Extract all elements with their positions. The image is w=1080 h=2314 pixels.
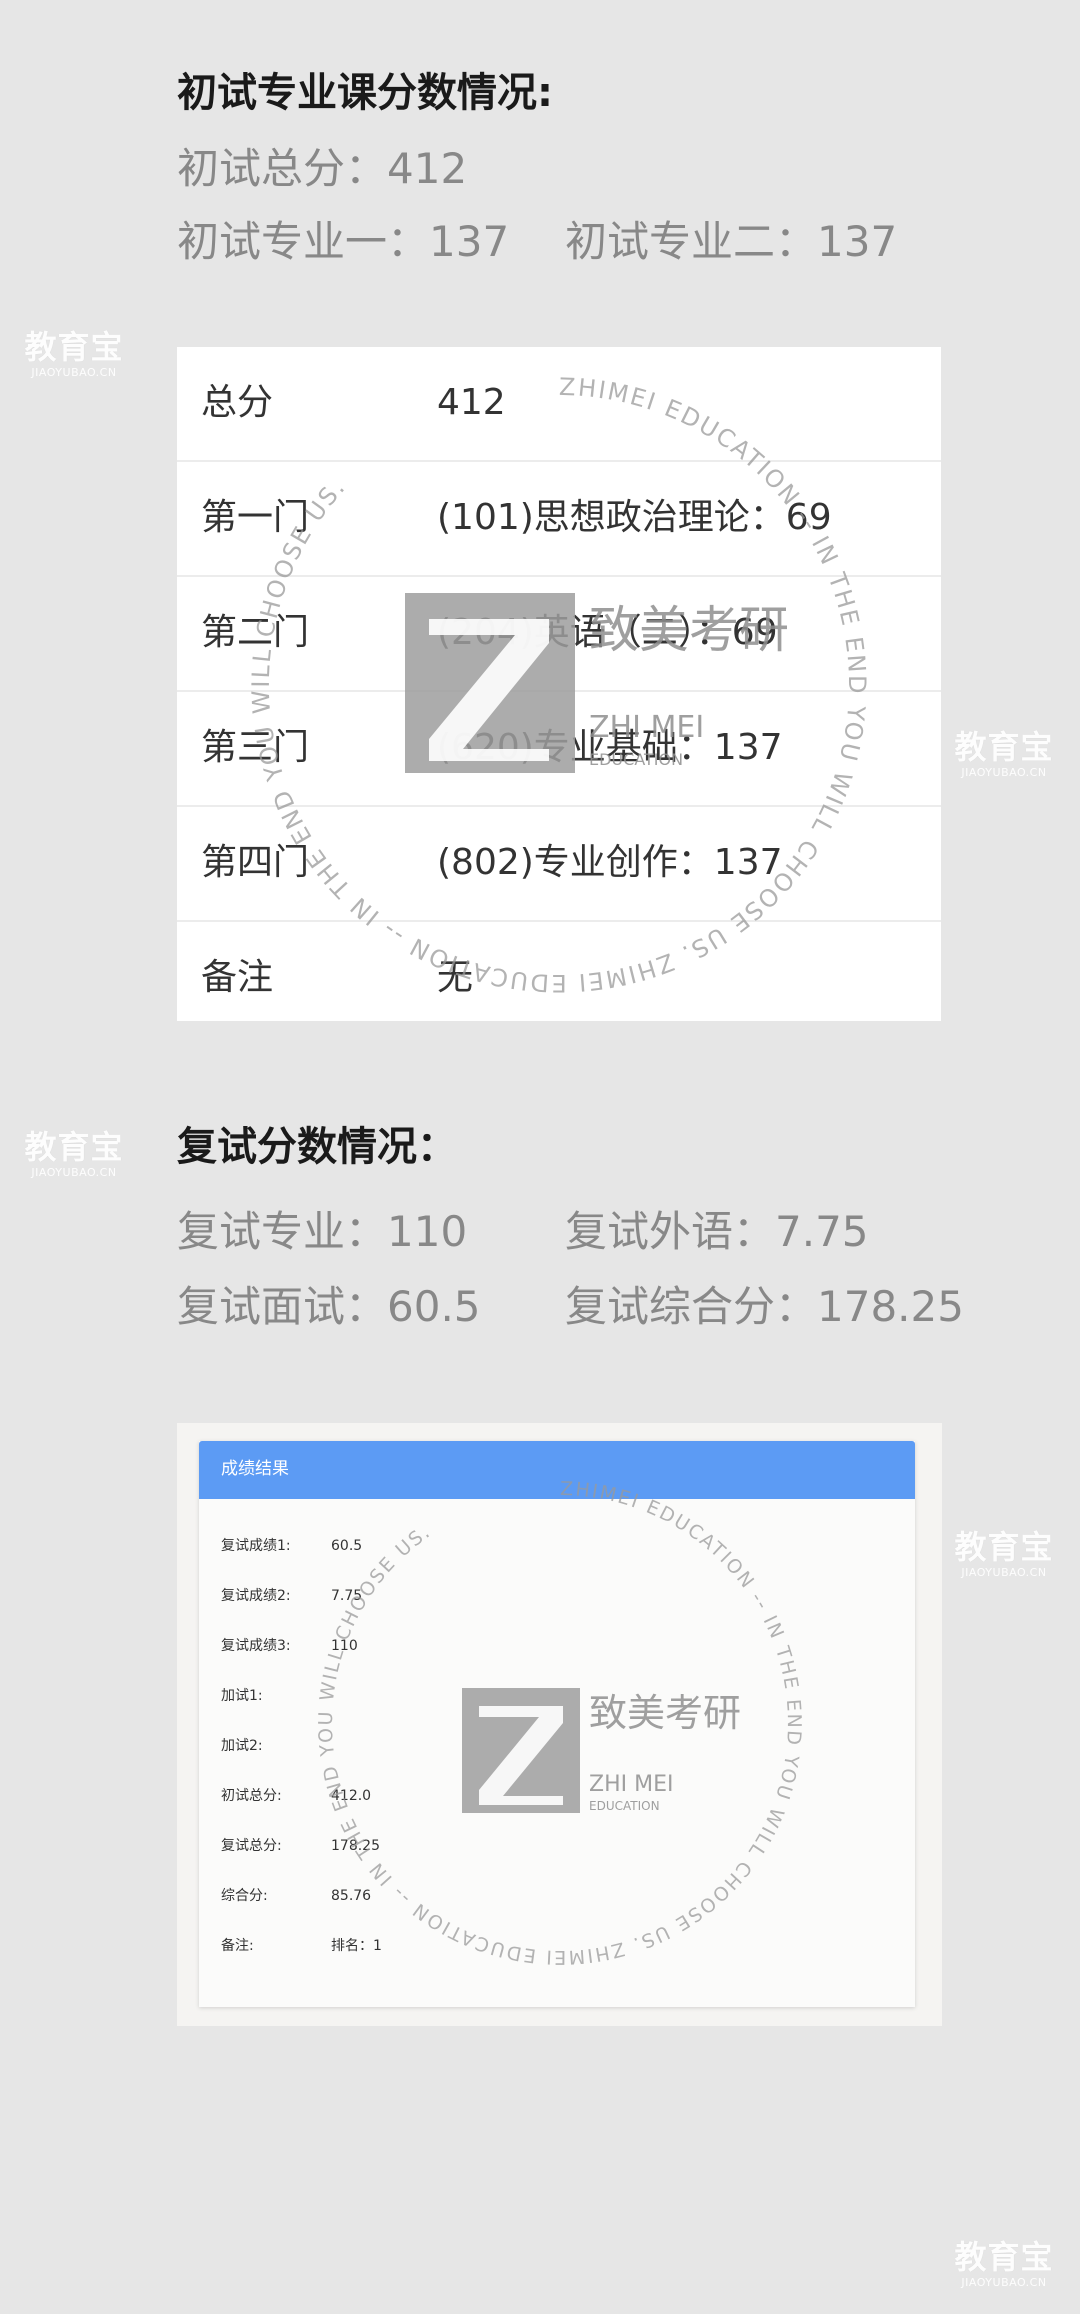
table-row: 第三门 (620)专业基础：137: [177, 692, 941, 807]
row-label: 第三门: [201, 727, 310, 768]
table-row: 第二门 (204)英语（二）：69: [177, 577, 941, 692]
table-row: 备注 无: [177, 922, 941, 1021]
retest-major: 复试专业：110: [177, 1207, 468, 1256]
row-value: (802)专业创作：137: [437, 842, 783, 883]
table-row: 第一门 (101)思想政治理论：69: [177, 462, 941, 577]
preliminary-major2: 初试专业二：137: [565, 217, 898, 266]
result-screenshot-card: 成绩结果 复试成绩1: 60.5 复试成绩2: 7.75 复试成绩3: 110 加试1…: [177, 1423, 942, 2026]
score-table-card: 总分 412 第一门 (101)思想政治理论：69 第二门 (204)英语（二）…: [177, 347, 941, 1021]
row-value: 无: [437, 957, 474, 998]
side-watermark-logo: 教育宝 JIAOYUBAO.CN: [954, 1528, 1054, 1579]
row-value: (620)专业基础：137: [437, 727, 783, 768]
table-row: 总分 412: [177, 347, 941, 462]
row-value: (204)英语（二）：69: [437, 612, 778, 653]
preliminary-total: 初试总分：412: [177, 144, 468, 193]
row-label: 第一门: [201, 497, 310, 538]
row-label: 备注: [201, 957, 274, 998]
retest-heading: 复试分数情况：: [177, 1124, 457, 1170]
row-label: 第二门: [201, 612, 310, 653]
row-value: (101)思想政治理论：69: [437, 497, 832, 538]
retest-foreign: 复试外语：7.75: [565, 1207, 869, 1256]
table-row: 第四门 (802)专业创作：137: [177, 807, 941, 922]
retest-interview: 复试面试：60.5: [177, 1282, 481, 1331]
result-panel-header: 成绩结果: [199, 1441, 915, 1499]
side-watermark-logo: 教育宝 JIAOYUBAO.CN: [954, 2238, 1054, 2289]
side-watermark-logo: 教育宝 JIAOYUBAO.CN: [24, 328, 124, 379]
result-panel: 成绩结果 复试成绩1: 60.5 复试成绩2: 7.75 复试成绩3: 110 加试1…: [199, 1441, 915, 2007]
row-label: 第四门: [201, 842, 310, 883]
row-value: 412: [437, 382, 506, 423]
preliminary-major1: 初试专业一：137: [177, 217, 510, 266]
side-watermark-logo: 教育宝 JIAOYUBAO.CN: [24, 1128, 124, 1179]
row-label: 总分: [201, 382, 274, 423]
side-watermark-logo: 教育宝 JIAOYUBAO.CN: [954, 728, 1054, 779]
retest-composite: 复试综合分：178.25: [565, 1282, 964, 1331]
result-panel-title: 成绩结果: [221, 1459, 289, 1479]
preliminary-heading: 初试专业课分数情况:: [177, 70, 553, 116]
